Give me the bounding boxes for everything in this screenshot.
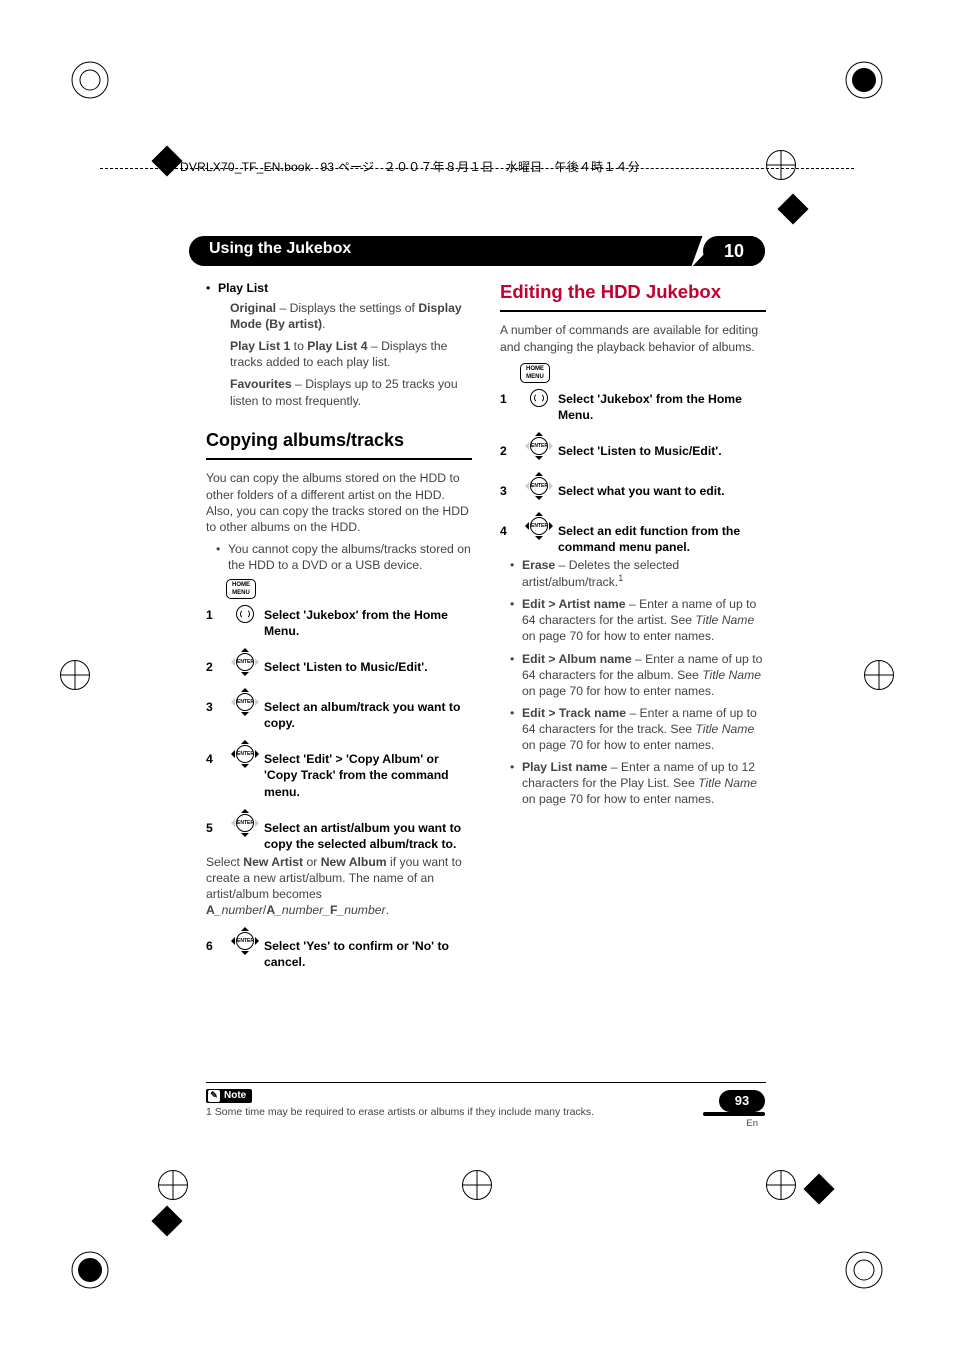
bullet-icon: •	[510, 557, 522, 590]
bullet-icon: •	[510, 596, 522, 644]
header-meta: DVRLX70_TF_EN.book 93 ページ ２００７年８月１日 水曜日 …	[180, 158, 646, 175]
rstep3-text: Select what you want to edit.	[558, 484, 725, 498]
bullet-icon: •	[510, 705, 522, 753]
original-text: – Displays the settings of	[276, 301, 418, 315]
step-number: 4	[206, 737, 226, 767]
step6-text: Select 'Yes' to confirm or 'No' to cance…	[264, 939, 449, 969]
chapter-bar: Using the Jukebox 10	[189, 236, 765, 266]
footnote-block: ✎ Note 1 Some time may be required to er…	[206, 1082, 766, 1118]
step2-text: Select 'Listen to Music/Edit'.	[264, 660, 428, 674]
playlist-name-item: Play List name – Enter a name of up to 1…	[522, 759, 766, 807]
cross-mark-bottomC	[462, 1170, 492, 1200]
cross-mark-top	[766, 150, 796, 180]
regmark-tl	[70, 60, 110, 100]
heading-copying: Copying albums/tracks	[206, 429, 472, 453]
footnote-text: 1 Some time may be required to erase art…	[206, 1106, 766, 1118]
home-menu-icon: HOME MENU	[520, 363, 550, 383]
dpad-icon: ENTER	[228, 645, 262, 679]
note-label: Note	[224, 1090, 246, 1101]
regmark-tr	[844, 60, 884, 100]
cross-mark-right	[864, 660, 894, 690]
edit-track-item: Edit > Track name – Enter a name of up t…	[522, 705, 766, 753]
regmark-br	[844, 1250, 884, 1290]
left-column: • Play List Original – Displays the sett…	[206, 280, 472, 972]
edit-intro: A number of commands are available for e…	[500, 322, 766, 354]
cross-mark-bottomL	[158, 1170, 188, 1200]
rstep4-text: Select an edit function from the command…	[558, 524, 740, 554]
step-number: 2	[500, 429, 520, 459]
select-dial-icon	[236, 605, 254, 623]
diamond-mark-bottomL	[156, 1210, 178, 1232]
heading-editing: Editing the HDD Jukebox	[500, 280, 766, 304]
step-number: 5	[206, 806, 226, 836]
step-number: 6	[206, 924, 226, 954]
diamond-mark-right	[782, 198, 804, 220]
playlist4-label: Play List 4	[307, 339, 367, 353]
page-number: 93	[719, 1090, 765, 1112]
step4-text: Select 'Edit' > 'Copy Album' or 'Copy Tr…	[264, 752, 449, 798]
edit-album-item: Edit > Album name – Enter a name of up t…	[522, 651, 766, 699]
header-file: DVRLX70_TF_EN.book	[180, 160, 311, 174]
step-number: 2	[206, 645, 226, 675]
edit-artist-item: Edit > Artist name – Enter a name of up …	[522, 596, 766, 644]
rstep2-text: Select 'Listen to Music/Edit'.	[558, 444, 722, 458]
step-number: 1	[500, 389, 520, 407]
dpad-icon: ENTER	[522, 429, 556, 463]
dpad-icon: ENTER	[228, 685, 262, 719]
page-language: En	[746, 1118, 758, 1129]
rstep1-text: Select 'Jukebox' from the Home Menu.	[558, 392, 742, 422]
step5-detail: Select New Artist or New Album if you wa…	[206, 854, 472, 918]
bullet-icon: •	[206, 280, 218, 415]
header-date: ２００７年８月１日 水曜日 午後４時１４分	[384, 160, 640, 174]
step-number: 1	[206, 605, 226, 623]
original-label: Original	[230, 301, 276, 315]
chapter-title: Using the Jukebox	[209, 240, 351, 258]
pencil-icon: ✎	[208, 1090, 220, 1102]
cross-mark-bottomR	[766, 1170, 796, 1200]
step3-text: Select an album/track you want to copy.	[264, 700, 460, 730]
step5-text: Select an artist/album you want to copy …	[264, 821, 461, 851]
diamond-mark-bottom	[808, 1178, 830, 1200]
bullet-icon: •	[510, 759, 522, 807]
chapter-number: 10	[703, 236, 765, 266]
regmark-bl	[70, 1250, 110, 1290]
bullet-icon: •	[216, 541, 228, 573]
right-column: Editing the HDD Jukebox A number of comm…	[500, 280, 766, 972]
dpad-icon: ENTER	[228, 924, 262, 958]
dpad-icon: ENTER	[522, 509, 556, 543]
play-list-label: Play List	[218, 281, 268, 295]
bullet-icon: •	[510, 651, 522, 699]
step1-text: Select 'Jukebox' from the Home Menu.	[264, 608, 448, 638]
step-number: 3	[206, 685, 226, 715]
erase-item: Erase – Deletes the selected artist/albu…	[522, 557, 766, 590]
heading-rule	[500, 310, 766, 312]
copy-note: You cannot copy the albums/tracks stored…	[228, 541, 472, 573]
step-number: 4	[500, 509, 520, 539]
home-menu-icon: HOME MENU	[226, 579, 256, 599]
heading-rule	[206, 458, 472, 460]
select-dial-icon	[530, 389, 548, 407]
favourites-label: Favourites	[230, 377, 292, 391]
dpad-icon: ENTER	[522, 469, 556, 503]
cross-mark-left	[60, 660, 90, 690]
dpad-icon: ENTER	[228, 737, 262, 771]
note-badge: ✎ Note	[206, 1089, 252, 1103]
header-pagefrag: 93 ページ	[321, 160, 375, 174]
step-number: 3	[500, 469, 520, 499]
dpad-icon: ENTER	[228, 806, 262, 840]
copy-intro: You can copy the albums stored on the HD…	[206, 470, 472, 534]
playlist1-label: Play List 1	[230, 339, 290, 353]
